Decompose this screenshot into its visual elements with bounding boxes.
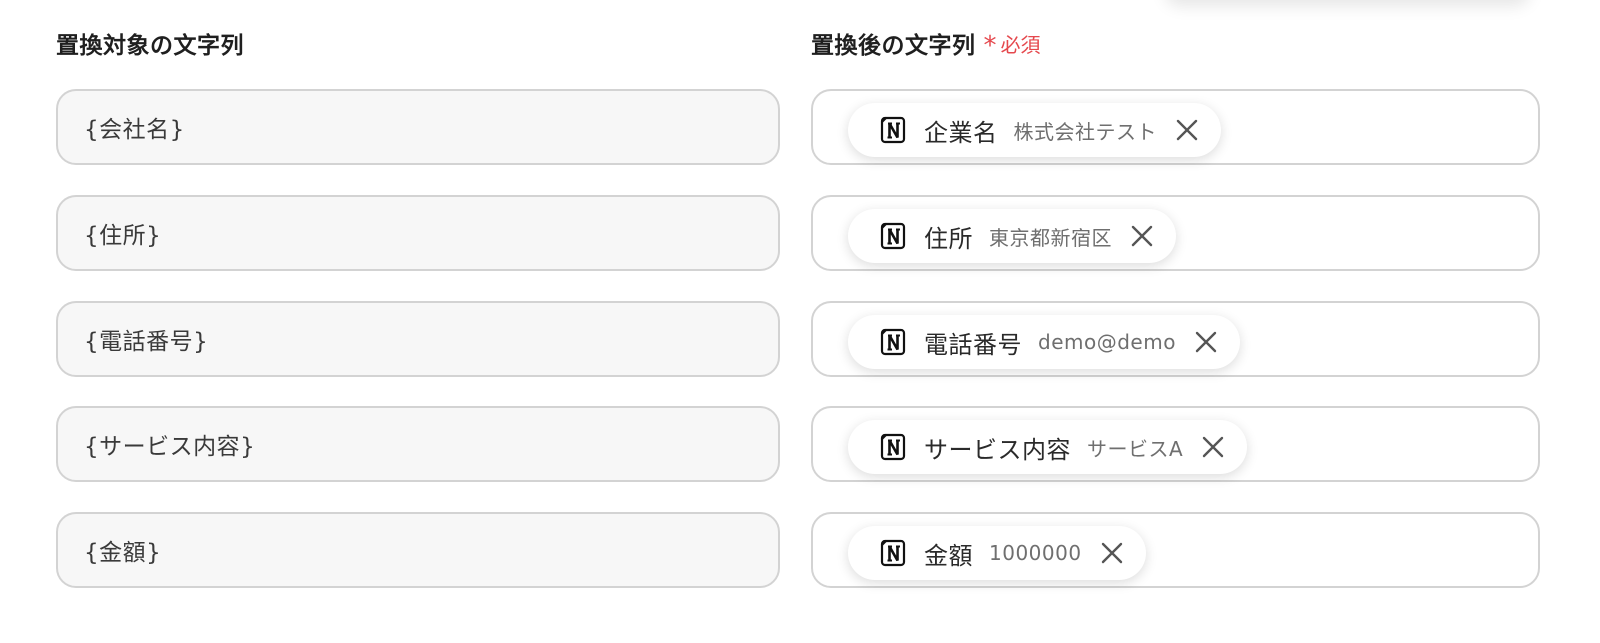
replace-settings-form: 置換対象の文字列 {会社名} {住所} {電話番号} {サービス内容} {金額}…: [0, 0, 1600, 643]
variable-chip[interactable]: 住所 東京都新宿区: [848, 209, 1176, 263]
close-icon[interactable]: [1194, 330, 1218, 354]
target-field-text: {住所}: [84, 223, 162, 249]
target-field-5[interactable]: {金額}: [56, 512, 780, 588]
chip-value: 1000000: [989, 541, 1082, 565]
target-field-2[interactable]: {住所}: [56, 195, 780, 271]
replacement-field-2[interactable]: 住所 東京都新宿区: [811, 195, 1540, 271]
required-label: 必須: [1000, 32, 1041, 57]
target-field-text: {会社名}: [84, 117, 185, 143]
variable-chip[interactable]: 電話番号 demo@demo: [848, 315, 1240, 369]
close-icon[interactable]: [1201, 435, 1225, 459]
notion-icon: [878, 538, 908, 568]
chip-value: demo@demo: [1038, 330, 1176, 354]
chip-label: サービス内容: [924, 435, 1071, 464]
required-badge: * 必須: [983, 29, 1041, 61]
replacement-field-1[interactable]: 企業名 株式会社テスト: [811, 89, 1540, 165]
chip-label: 金額: [924, 541, 973, 570]
replacement-string-title: 置換後の文字列: [811, 33, 976, 59]
close-icon[interactable]: [1130, 224, 1154, 248]
target-field-1[interactable]: {会社名}: [56, 89, 780, 165]
chip-value: 東京都新宿区: [989, 225, 1112, 250]
notion-icon: [878, 115, 908, 145]
notion-icon: [878, 327, 908, 357]
variable-chip[interactable]: 金額 1000000: [848, 526, 1146, 580]
variable-chip[interactable]: 企業名 株式会社テスト: [848, 103, 1221, 157]
replacement-string-header: 置換後の文字列 * 必須: [811, 26, 1041, 60]
replacement-field-3[interactable]: 電話番号 demo@demo: [811, 301, 1540, 377]
close-icon[interactable]: [1175, 118, 1199, 142]
target-field-text: {サービス内容}: [84, 434, 256, 460]
variable-chip[interactable]: サービス内容 サービスA: [848, 420, 1248, 474]
target-field-text: {電話番号}: [84, 329, 209, 355]
replacement-field-5[interactable]: 金額 1000000: [811, 512, 1540, 588]
target-field-text: {金額}: [84, 540, 162, 566]
target-string-title: 置換対象の文字列: [56, 33, 244, 59]
notion-icon: [878, 221, 908, 251]
target-field-4[interactable]: {サービス内容}: [56, 406, 780, 482]
replacement-field-4[interactable]: サービス内容 サービスA: [811, 406, 1540, 482]
chip-value: 株式会社テスト: [1013, 119, 1157, 144]
notion-icon: [878, 432, 908, 462]
close-icon[interactable]: [1100, 541, 1124, 565]
target-field-3[interactable]: {電話番号}: [56, 301, 780, 377]
chip-value: サービスA: [1087, 436, 1184, 461]
target-string-header: 置換対象の文字列: [56, 26, 244, 60]
chip-label: 企業名: [924, 118, 998, 147]
chip-label: 住所: [924, 224, 973, 253]
required-star-icon: *: [983, 31, 997, 61]
chip-label: 電話番号: [924, 330, 1022, 359]
